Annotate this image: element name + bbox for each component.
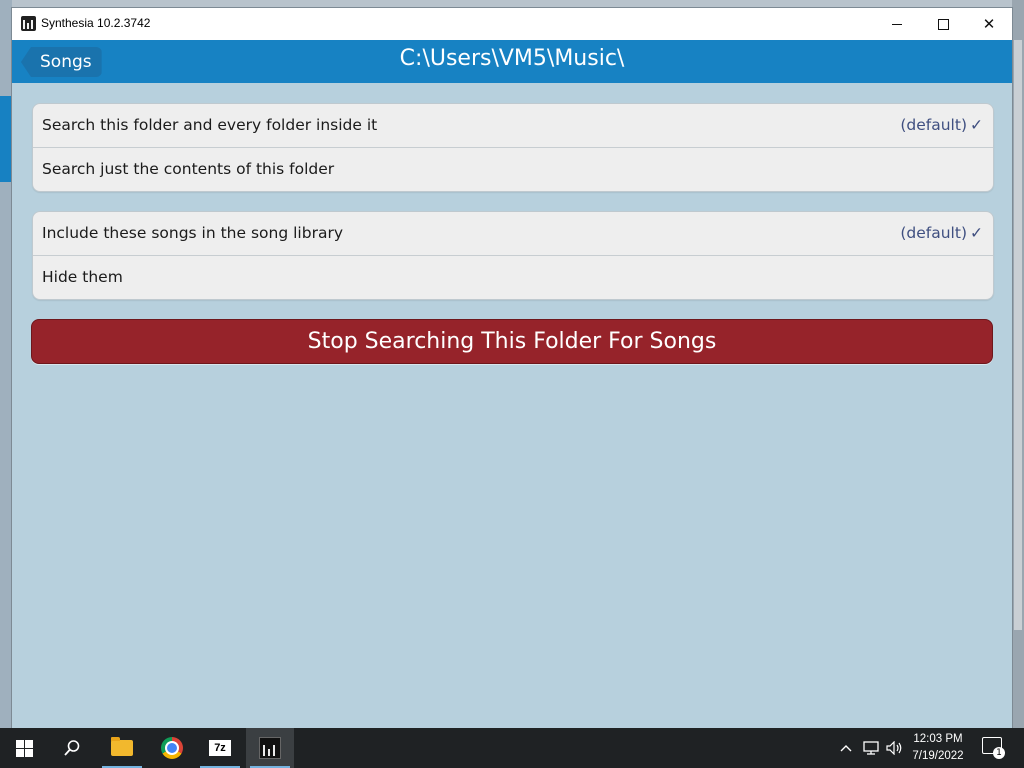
- checkmark-icon: ✓: [970, 116, 983, 134]
- window-title: Synthesia 10.2.3742: [41, 16, 151, 30]
- taskbar-search-button[interactable]: [48, 728, 96, 768]
- clock-date: 7/19/2022: [912, 750, 964, 762]
- notification-count-badge: 1: [993, 747, 1005, 759]
- option-label: Include these songs in the song library: [42, 224, 343, 242]
- title-bar[interactable]: Synthesia 10.2.3742 ✕: [12, 8, 1012, 40]
- minimize-button[interactable]: [874, 8, 920, 40]
- chevron-up-icon: [840, 745, 852, 752]
- taskbar-7zip[interactable]: 7z: [196, 728, 244, 768]
- option-label: Search this folder and every folder insi…: [42, 116, 378, 134]
- synthesia-icon: [259, 737, 281, 759]
- network-tray-button[interactable]: [860, 728, 882, 768]
- clock-time: 12:03 PM: [913, 733, 963, 745]
- start-button[interactable]: [0, 728, 48, 768]
- minimize-icon: [892, 23, 902, 25]
- 7zip-icon: 7z: [209, 740, 231, 756]
- taskbar-chrome[interactable]: [148, 728, 196, 768]
- option-search-recursive[interactable]: Search this folder and every folder insi…: [33, 104, 993, 147]
- network-icon: [863, 741, 879, 755]
- option-label: Hide them: [42, 268, 123, 286]
- taskbar-clock[interactable]: 12:03 PM 7/19/2022: [900, 731, 976, 765]
- search-icon: [64, 740, 80, 756]
- chrome-icon: [161, 737, 183, 759]
- close-button[interactable]: ✕: [966, 8, 1012, 40]
- folder-path-title: C:\Users\VM5\Music\: [399, 46, 625, 71]
- library-visibility-options: Include these songs in the song library …: [32, 211, 994, 300]
- taskbar: 7z 12:03 PM 7/19/2022 1: [0, 728, 1024, 768]
- desktop-left-edge: [0, 0, 12, 728]
- synthesia-app-icon: [21, 16, 36, 31]
- checkmark-icon: ✓: [970, 224, 983, 242]
- option-hide-songs[interactable]: Hide them: [33, 255, 993, 299]
- desktop-right-edge: [1012, 0, 1024, 728]
- windows-start-icon: [15, 739, 33, 757]
- synthesia-window: Synthesia 10.2.3742 ✕ C:\Users\VM5\Music…: [12, 8, 1012, 728]
- option-search-folder-only[interactable]: Search just the contents of this folder: [33, 147, 993, 191]
- taskbar-synthesia[interactable]: [246, 728, 294, 768]
- option-include-in-library[interactable]: Include these songs in the song library …: [33, 212, 993, 255]
- background-scrollbar: [1014, 40, 1022, 630]
- default-indicator: (default) ✓: [900, 116, 983, 134]
- taskbar-file-explorer[interactable]: [98, 728, 146, 768]
- back-to-songs-button[interactable]: Songs: [21, 47, 102, 77]
- default-indicator: (default) ✓: [900, 224, 983, 242]
- option-label: Search just the contents of this folder: [42, 160, 335, 178]
- app-header: C:\Users\VM5\Music\ Songs: [12, 40, 1012, 83]
- close-icon: ✕: [982, 15, 996, 33]
- show-hidden-icons-button[interactable]: [836, 728, 856, 768]
- maximize-icon: [937, 18, 949, 30]
- stop-searching-button[interactable]: Stop Searching This Folder For Songs: [31, 319, 993, 364]
- maximize-button[interactable]: [920, 8, 966, 40]
- file-explorer-icon: [111, 737, 133, 756]
- search-scope-options: Search this folder and every folder insi…: [32, 103, 994, 192]
